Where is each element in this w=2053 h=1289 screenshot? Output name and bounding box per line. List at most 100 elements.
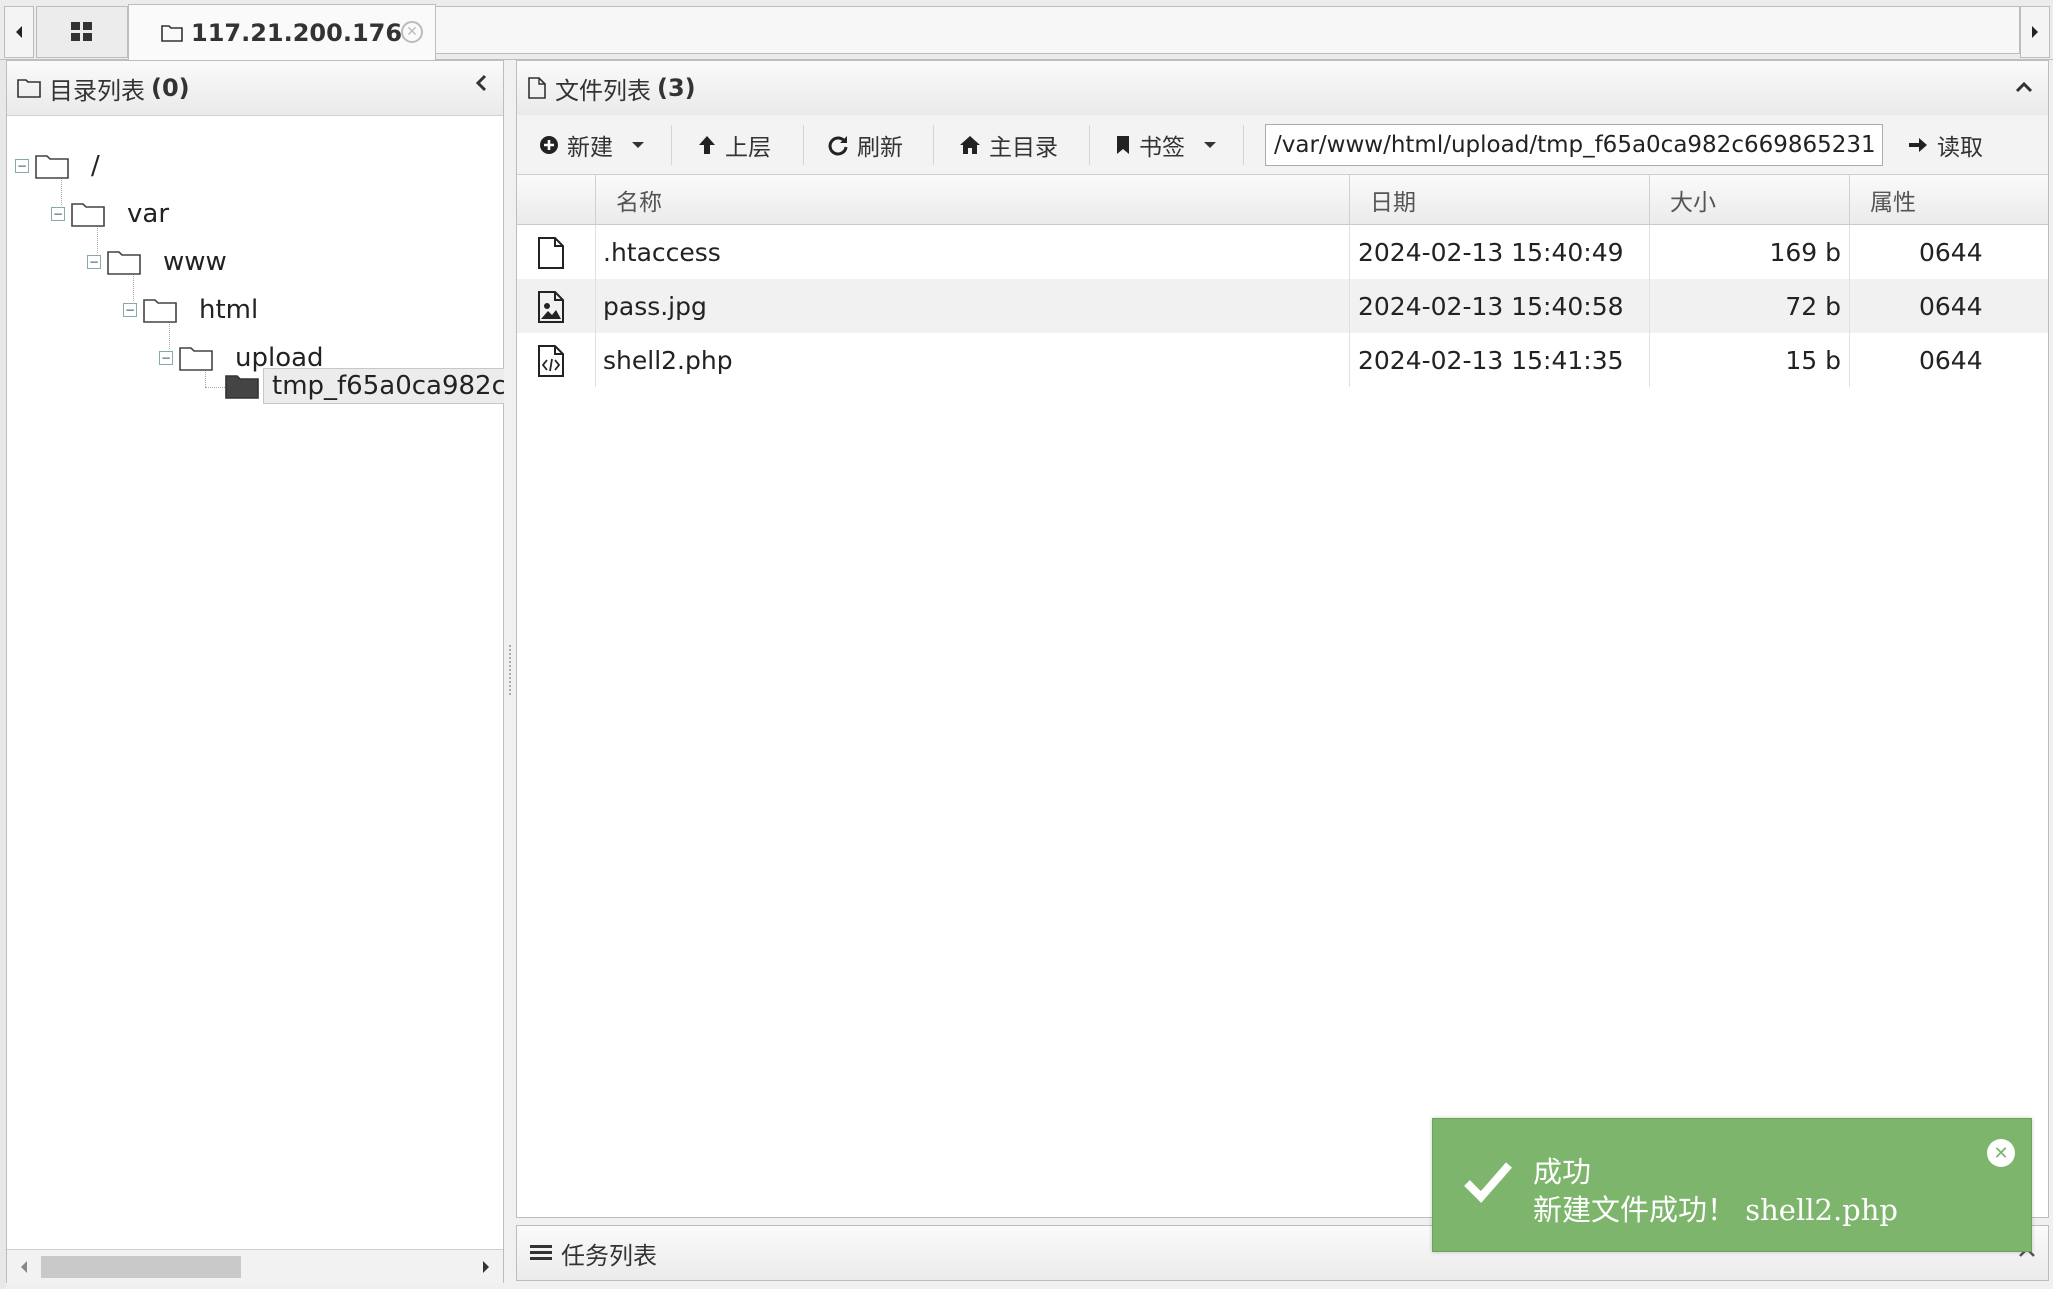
tree-node-www[interactable]: − www bbox=[87, 242, 227, 282]
tab-strip bbox=[436, 6, 2020, 54]
tree-node-label: / bbox=[91, 151, 100, 181]
read-button[interactable]: 读取 bbox=[1907, 125, 1983, 165]
directory-panel: 目录列表 (0) − / − var − www − html − upload… bbox=[6, 60, 523, 1283]
collapse-left-icon[interactable] bbox=[473, 73, 489, 99]
tree-node-label: var bbox=[127, 199, 170, 229]
tab-scroll-right-button[interactable] bbox=[2020, 6, 2050, 58]
file-size: 72 b bbox=[1785, 291, 1841, 321]
file-icon bbox=[538, 237, 564, 269]
up-button-label: 上层 bbox=[725, 135, 771, 161]
caret-down-icon bbox=[1204, 142, 1216, 148]
file-name: shell2.php bbox=[603, 345, 733, 375]
tree-node-tmp[interactable]: tmp_f65a0ca982c66 bbox=[225, 366, 523, 406]
file-grid-header: 名称 日期 大小 属性 bbox=[517, 175, 2048, 225]
tree-collapse-icon[interactable]: − bbox=[123, 303, 137, 317]
column-size[interactable]: 大小 bbox=[1649, 175, 1849, 225]
file-attr: 0644 bbox=[1919, 345, 1983, 375]
folder-outline-icon bbox=[179, 347, 213, 371]
toast-message: 新建文件成功！ shell2.php bbox=[1533, 1193, 1898, 1227]
file-panel: 文件列表 (3) 新建 上层 刷新 主目录 书签 /var/www/html/u… bbox=[516, 60, 2049, 1218]
table-row[interactable]: pass.jpg 2024-02-13 15:40:58 72 b 0644 bbox=[517, 279, 2048, 333]
file-panel-title: 文件列表 bbox=[555, 76, 651, 105]
task-list-title: 任务列表 bbox=[561, 1241, 657, 1270]
read-button-label: 读取 bbox=[1937, 135, 1983, 161]
tree-node-root[interactable]: − / bbox=[15, 146, 100, 186]
file-size: 15 b bbox=[1785, 345, 1841, 375]
file-attr: 0644 bbox=[1919, 291, 1983, 321]
tab-bar: 117.21.200.176 ✕ bbox=[0, 0, 2053, 60]
caret-down-icon bbox=[632, 142, 644, 148]
tree-node-var[interactable]: − var bbox=[51, 194, 169, 234]
folder-outline-icon bbox=[161, 24, 183, 42]
column-name[interactable]: 名称 bbox=[595, 175, 865, 225]
directory-panel-header: 目录列表 (0) bbox=[7, 61, 503, 116]
file-attr: 0644 bbox=[1919, 237, 1983, 267]
tab-close-icon[interactable]: ✕ bbox=[401, 21, 423, 43]
list-icon bbox=[530, 1245, 552, 1260]
directory-count: (0) bbox=[151, 74, 190, 102]
column-attr[interactable]: 属性 bbox=[1849, 175, 2048, 225]
file-date: 2024-02-13 15:41:35 bbox=[1358, 345, 1624, 375]
toast-title: 成功 bbox=[1533, 1155, 1592, 1189]
arrow-up-icon bbox=[699, 136, 715, 154]
folder-outline-icon bbox=[35, 155, 69, 179]
image-file-icon bbox=[538, 291, 564, 323]
table-row[interactable]: shell2.php 2024-02-13 15:41:35 15 b 0644 bbox=[517, 333, 2048, 387]
tab-home[interactable] bbox=[36, 6, 128, 58]
table-row[interactable]: .htaccess 2024-02-13 15:40:49 169 b 0644 bbox=[517, 225, 2048, 279]
refresh-button-label: 刷新 bbox=[857, 135, 903, 161]
scroll-left-icon[interactable] bbox=[19, 1259, 29, 1275]
file-outline-icon bbox=[528, 77, 546, 99]
tree-collapse-icon[interactable]: − bbox=[159, 351, 173, 365]
folder-outline-icon bbox=[17, 79, 41, 98]
directory-panel-title: 目录列表 bbox=[49, 76, 145, 105]
home-icon bbox=[960, 136, 980, 154]
refresh-button[interactable]: 刷新 bbox=[827, 125, 903, 165]
file-panel-header: 文件列表 (3) bbox=[517, 61, 2048, 116]
tree-collapse-icon[interactable]: − bbox=[15, 159, 29, 173]
file-date: 2024-02-13 15:40:49 bbox=[1358, 237, 1624, 267]
tree-node-label-selected: tmp_f65a0ca982c66 bbox=[263, 368, 523, 404]
new-button-label: 新建 bbox=[567, 135, 613, 161]
grid-icon bbox=[71, 22, 92, 41]
panel-splitter[interactable] bbox=[504, 60, 516, 1283]
collapse-up-icon[interactable] bbox=[2014, 75, 2034, 99]
arrow-right-icon bbox=[1909, 138, 1927, 152]
file-name: pass.jpg bbox=[603, 291, 707, 321]
folder-filled-icon bbox=[225, 375, 259, 399]
check-icon bbox=[1464, 1162, 1513, 1203]
file-name: .htaccess bbox=[603, 237, 721, 267]
path-input[interactable] bbox=[1265, 124, 1883, 166]
bookmark-button-label: 书签 bbox=[1139, 135, 1185, 161]
tab-title: 117.21.200.176 bbox=[191, 18, 403, 47]
home-button-label: 主目录 bbox=[989, 135, 1058, 161]
home-button[interactable]: 主目录 bbox=[959, 125, 1058, 165]
file-toolbar: 新建 上层 刷新 主目录 书签 读取 bbox=[517, 115, 2048, 175]
tree-line bbox=[205, 387, 227, 388]
success-toast: 成功 新建文件成功！ shell2.php ✕ bbox=[1432, 1118, 2032, 1252]
tab-scroll-left-button[interactable] bbox=[4, 6, 34, 58]
refresh-icon bbox=[828, 136, 848, 156]
caret-left-icon bbox=[16, 26, 22, 38]
scrollbar-thumb[interactable] bbox=[41, 1256, 241, 1278]
bookmark-icon bbox=[1117, 136, 1129, 154]
tree-node-label: html bbox=[199, 295, 259, 325]
bookmark-button[interactable]: 书签 bbox=[1115, 125, 1217, 165]
scroll-right-icon[interactable] bbox=[481, 1259, 491, 1275]
file-date: 2024-02-13 15:40:58 bbox=[1358, 291, 1624, 321]
folder-outline-icon bbox=[107, 251, 141, 275]
plus-circle-icon bbox=[540, 136, 558, 154]
tree-collapse-icon[interactable]: − bbox=[51, 207, 65, 221]
up-button[interactable]: 上层 bbox=[697, 125, 771, 165]
column-date[interactable]: 日期 bbox=[1349, 175, 1649, 225]
tree-collapse-icon[interactable]: − bbox=[87, 255, 101, 269]
new-button[interactable]: 新建 bbox=[539, 125, 645, 165]
tree-node-html[interactable]: − html bbox=[123, 290, 258, 330]
tree-node-label: www bbox=[163, 247, 227, 277]
toast-close-icon[interactable]: ✕ bbox=[1987, 1139, 2015, 1167]
file-size: 169 b bbox=[1769, 237, 1841, 267]
tab-connection[interactable]: 117.21.200.176 ✕ bbox=[128, 4, 436, 60]
folder-outline-icon bbox=[143, 299, 177, 323]
caret-right-icon bbox=[2032, 26, 2038, 38]
horizontal-scrollbar[interactable] bbox=[7, 1249, 503, 1283]
